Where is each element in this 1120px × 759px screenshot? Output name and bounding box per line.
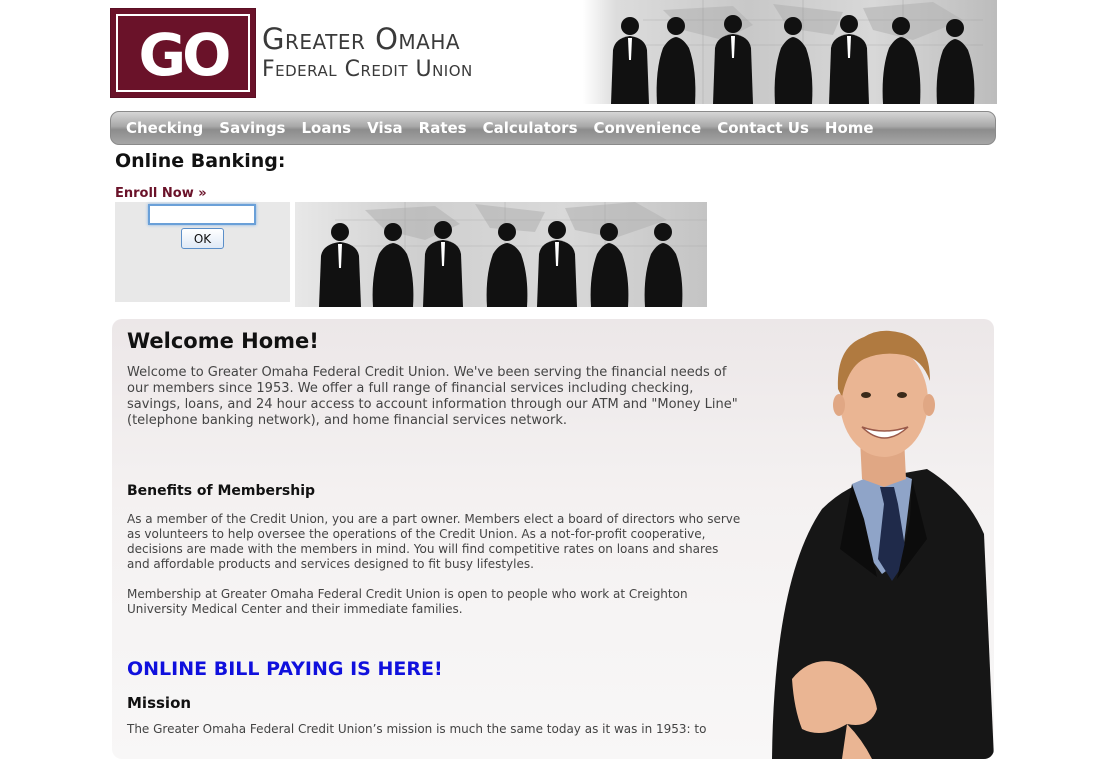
bill-pay-link[interactable]: ONLINE BILL PAYING IS HERE! bbox=[127, 658, 443, 680]
ok-button[interactable]: OK bbox=[181, 228, 224, 249]
nav-rates[interactable]: Rates bbox=[419, 112, 467, 144]
nav-contact-us[interactable]: Contact Us bbox=[717, 112, 809, 144]
smiling-man-image bbox=[752, 319, 994, 759]
nav-checking[interactable]: Checking bbox=[126, 112, 203, 144]
logo-frame: GO bbox=[116, 14, 250, 92]
nav-calculators[interactable]: Calculators bbox=[483, 112, 578, 144]
welcome-paragraph: Welcome to Greater Omaha Federal Credit … bbox=[127, 365, 738, 428]
banner-people-image bbox=[295, 202, 707, 307]
people-silhouettes-graphic bbox=[611, 0, 983, 104]
logo[interactable]: GO bbox=[110, 8, 256, 98]
login-input[interactable] bbox=[148, 204, 256, 225]
main-nav: Checking Savings Loans Visa Rates Calcul… bbox=[110, 111, 996, 145]
logo-letters: GO bbox=[138, 21, 232, 89]
businessman-graphic bbox=[772, 330, 994, 759]
nav-home[interactable]: Home bbox=[825, 112, 874, 144]
enroll-now-link[interactable]: Enroll Now » bbox=[115, 186, 207, 201]
brand-name-line2: Federal Credit Union bbox=[262, 57, 473, 82]
membership-eligibility-paragraph: Membership at Greater Omaha Federal Cred… bbox=[127, 587, 688, 616]
nav-visa[interactable]: Visa bbox=[367, 112, 403, 144]
mission-heading: Mission bbox=[127, 694, 192, 712]
nav-loans[interactable]: Loans bbox=[302, 112, 352, 144]
brand-name-line1: Greater Omaha bbox=[262, 22, 461, 56]
header-people-image bbox=[583, 0, 997, 104]
nav-savings[interactable]: Savings bbox=[219, 112, 285, 144]
nav-convenience[interactable]: Convenience bbox=[594, 112, 702, 144]
people-silhouettes-graphic bbox=[319, 202, 707, 307]
nav-list: Checking Savings Loans Visa Rates Calcul… bbox=[126, 112, 890, 144]
welcome-heading: Welcome Home! bbox=[127, 329, 319, 353]
mission-paragraph: The Greater Omaha Federal Credit Union’s… bbox=[127, 722, 707, 736]
online-banking-title: Online Banking: bbox=[115, 150, 286, 172]
content-panel: Welcome Home! Welcome to Greater Omaha F… bbox=[112, 319, 994, 759]
benefits-heading: Benefits of Membership bbox=[127, 483, 316, 499]
login-panel: OK bbox=[115, 202, 290, 302]
benefits-paragraph: As a member of the Credit Union, you are… bbox=[127, 512, 741, 571]
